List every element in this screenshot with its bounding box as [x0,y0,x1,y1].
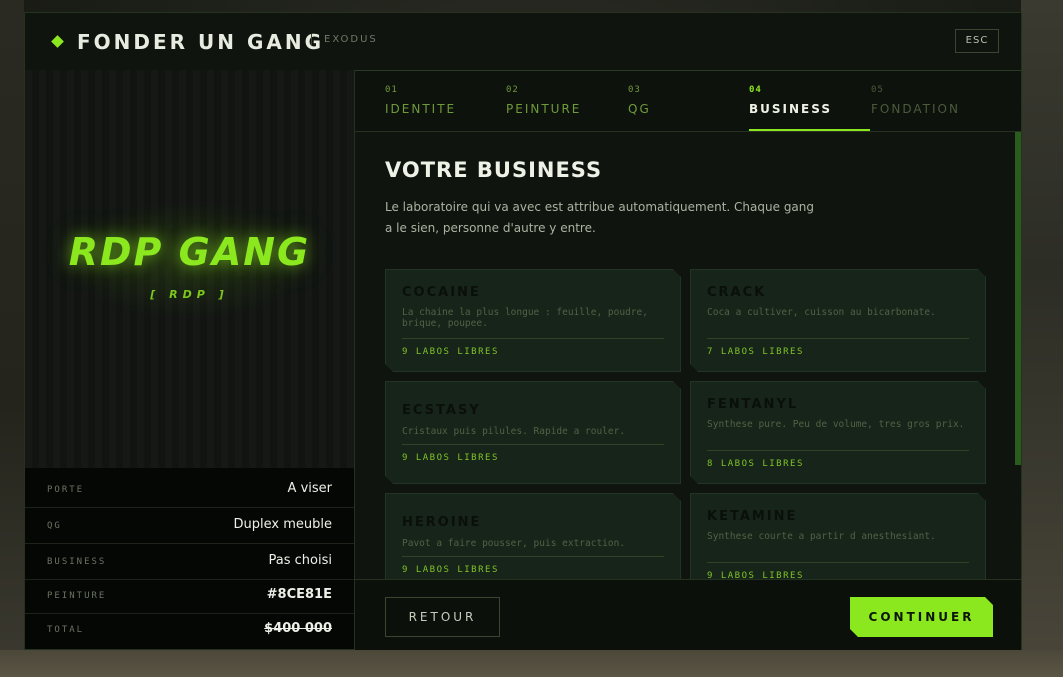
business-description: La chaine la plus longue : feuille, poud… [402,307,648,329]
diamond-icon [51,35,64,48]
tab-number: 05 [871,85,884,95]
scrollbar[interactable] [1015,132,1021,465]
continue-button[interactable]: CONTINUER [850,597,993,637]
labs-count: 9 LABOS LIBRES [402,453,499,463]
tab-label: BUSINESS [749,102,832,116]
summary-table: PORTE A viser QG Duplex meuble BUSINESS … [25,468,354,649]
summary-row-peinture: PEINTURE #8CE81E [25,578,354,614]
step-heading: VOTRE BUSINESS [385,158,603,182]
business-card-heroine[interactable]: HEROINE Pavot a faire pousser, puis extr… [385,493,681,579]
card-divider [707,450,969,451]
step-description: Le laboratoire qui va avec est attribue … [385,200,815,235]
labs-count: 9 LABOS LIBRES [402,565,499,575]
tab-fondation[interactable]: 05 FONDATION [871,70,993,131]
business-description: Cristaux puis pilules. Rapide a rouler. [402,426,626,437]
window-title: FONDER UN GANG [77,30,325,54]
card-divider [707,338,969,339]
gang-tag-preview: [ RDP ] [150,288,229,301]
labs-count: 9 LABOS LIBRES [707,571,804,579]
gang-preview-panel: RDP GANG [ RDP ] PORTE A viser QG Duplex… [25,70,355,649]
tab-label: QG [628,102,651,116]
summary-label: BUSINESS [47,557,107,567]
summary-row-qg: QG Duplex meuble [25,508,354,544]
card-divider [402,556,664,557]
summary-value: A viser [287,481,332,496]
business-step-content: VOTRE BUSINESS Le laboratoire qui va ave… [355,132,1021,579]
tab-number: 01 [385,85,398,95]
wizard-footer: RETOUR CONTINUER [355,579,1021,650]
background-right [1021,0,1063,677]
total-price: $400 000 [264,621,332,636]
tab-label: IDENTITE [385,102,457,116]
tab-label: PEINTURE [506,102,582,116]
business-card-cocaine[interactable]: COCAINE La chaine la plus longue : feuil… [385,269,681,372]
business-description: Pavot a faire pousser, puis extraction. [402,538,626,549]
back-button[interactable]: RETOUR [385,597,500,637]
server-name: EXODUS [311,34,378,45]
summary-row-business: BUSINESS Pas choisi [25,544,354,580]
business-name: CRACK [707,285,767,300]
business-description: Coca a cultiver, cuisson au bicarbonate. [707,307,936,318]
summary-label: QG [47,521,62,531]
summary-row-total: TOTAL $400 000 [25,612,354,648]
title-bar: FONDER UN GANG EXODUS ESC [25,13,1021,71]
background-left [0,0,24,677]
business-name: HEROINE [402,515,482,530]
tab-label: FONDATION [871,102,960,116]
summary-label: PEINTURE [47,591,107,601]
summary-row-porte: PORTE A viser [25,472,354,508]
background-floor [0,650,1063,677]
card-divider [402,444,664,445]
labs-count: 7 LABOS LIBRES [707,347,804,357]
summary-value: #8CE81E [266,587,332,602]
tab-peinture[interactable]: 02 PEINTURE [506,70,628,131]
business-card-crack[interactable]: CRACK Coca a cultiver, cuisson au bicarb… [690,269,986,372]
summary-label: PORTE [47,485,85,495]
business-description: Synthese pure. Peu de volume, tres gros … [707,419,965,430]
business-name: FENTANYL [707,397,799,412]
business-name: COCAINE [402,285,481,300]
step-tabs: 01 IDENTITE 02 PEINTURE 03 QG 04 BUSINES… [355,70,1021,132]
business-description: Synthese courte a partir d anesthesiant. [707,531,936,542]
summary-value: Duplex meuble [233,517,332,532]
tab-number: 03 [628,85,641,95]
business-card-ketamine[interactable]: KETAMINE Synthese courte a partir d anes… [690,493,986,579]
summary-value: Pas choisi [268,553,332,568]
tab-identite[interactable]: 01 IDENTITE [385,70,506,131]
esc-button[interactable]: ESC [955,29,999,53]
active-tab-indicator [749,129,870,131]
card-divider [402,338,664,339]
tab-qg[interactable]: 03 QG [628,70,749,131]
summary-label: TOTAL [47,625,85,635]
business-name: KETAMINE [707,509,798,524]
business-card-ecstasy[interactable]: ECSTASY Cristaux puis pilules. Rapide a … [385,381,681,484]
tab-number: 04 [749,85,762,95]
tab-business[interactable]: 04 BUSINESS [749,70,871,131]
labs-count: 8 LABOS LIBRES [707,459,804,469]
gang-creation-window: FONDER UN GANG EXODUS ESC RDP GANG [ RDP… [24,12,1022,650]
tab-number: 02 [506,85,519,95]
business-card-fentanyl[interactable]: FENTANYL Synthese pure. Peu de volume, t… [690,381,986,484]
gang-name-preview: RDP GANG [68,230,311,274]
card-divider [707,562,969,563]
labs-count: 9 LABOS LIBRES [402,347,499,357]
business-name: ECSTASY [402,403,481,418]
